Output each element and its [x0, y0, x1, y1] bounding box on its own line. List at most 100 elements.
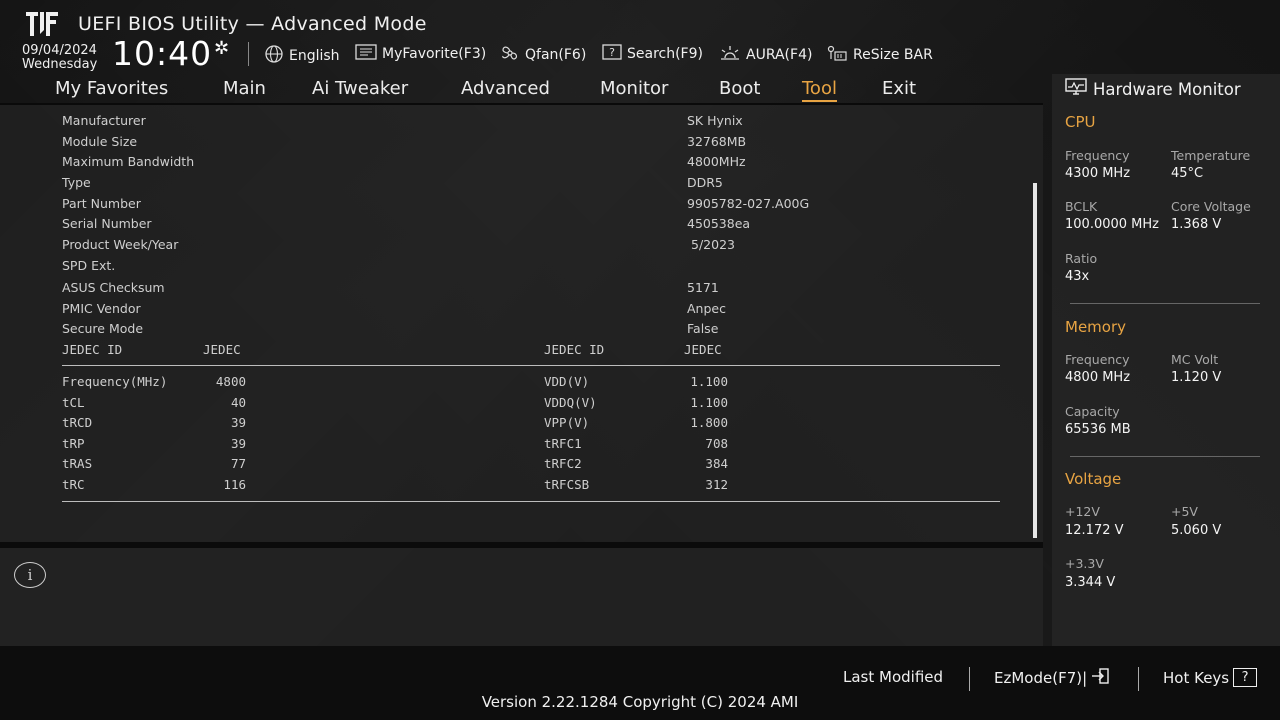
jedec-label-trfc2: tRFC2 [544, 456, 582, 471]
jedec-value-trp: 39 [230, 436, 246, 451]
info-icon: i [14, 562, 46, 588]
hw-divider [1070, 456, 1260, 457]
weekday-text: Wednesday [22, 57, 98, 72]
spd-value-module-size: 32768MB [687, 134, 747, 149]
spd-value-manufacturer: SK Hynix [687, 113, 743, 128]
qfan-button[interactable]: Qfan(F6) [500, 44, 586, 66]
clock-settings-gear-icon[interactable]: ✲ [214, 38, 229, 59]
jedec-label-tcl: tCL [62, 395, 85, 410]
hw-cpu-frequency-value: 4300 MHz [1065, 166, 1131, 181]
search-button[interactable]: ? Search(F9) [602, 44, 703, 64]
tab-my-favorites[interactable]: My Favorites [55, 78, 168, 99]
spd-value-secure-mode: False [687, 321, 719, 336]
jedec-label-frequency: Frequency(MHz) [62, 374, 168, 389]
myfavorite-button[interactable]: MyFavorite(F3) [355, 44, 486, 64]
hw-voltage-heading: Voltage [1065, 470, 1122, 488]
spd-label-asus-checksum: ASUS Checksum [62, 280, 165, 295]
aura-label: AURA(F4) [746, 47, 813, 63]
spd-value-pmic-vendor: Anpec [687, 301, 726, 316]
spd-value-product-week-year: 5/2023 [691, 237, 735, 252]
jedec-right-header-value: JEDEC [684, 342, 722, 357]
last-modified-label: Last Modified [843, 668, 944, 686]
language-label: English [289, 48, 340, 64]
hw-voltage-12v-value: 12.172 V [1065, 523, 1124, 538]
hot-keys-button[interactable]: Hot Keys ? [1163, 668, 1258, 687]
spd-value-part-number: 9905782-027.A00G [687, 196, 810, 211]
spd-label-max-bandwidth: Maximum Bandwidth [62, 154, 195, 169]
jedec-value-frequency: 4800 [215, 374, 246, 389]
jedec-value-tcl: 40 [230, 395, 246, 410]
ezmode-button[interactable]: EzMode(F7)| [994, 668, 1109, 688]
jedec-value-trfc2: 384 [705, 456, 728, 471]
hw-cpu-core-voltage-value: 1.368 V [1171, 217, 1222, 232]
hw-cpu-core-voltage-label: Core Voltage [1171, 199, 1251, 214]
language-button[interactable]: English [264, 44, 340, 68]
spd-value-max-bandwidth: 4800MHz [687, 154, 746, 169]
exit-arrow-icon [1091, 668, 1109, 688]
monitor-icon [1065, 78, 1087, 100]
app-title: UEFI BIOS Utility — Advanced Mode [78, 13, 427, 35]
scrollbar-thumb[interactable] [1033, 183, 1037, 538]
hw-cpu-temperature-label: Temperature [1171, 148, 1251, 163]
tab-exit[interactable]: Exit [882, 78, 916, 99]
jedec-label-trcd: tRCD [62, 415, 93, 430]
jedec-right-header-id: JEDEC ID [544, 342, 605, 357]
hw-memory-frequency-label: Frequency [1065, 352, 1130, 367]
hw-memory-capacity-label: Capacity [1065, 404, 1120, 419]
spd-label-secure-mode: Secure Mode [62, 321, 144, 336]
clock[interactable]: 10:40 [112, 34, 212, 73]
jedec-label-trp: tRP [62, 436, 85, 451]
jedec-label-trfcsb: tRFCSB [544, 477, 590, 492]
header: UEFI BIOS Utility — Advanced Mode 09/04/… [0, 0, 1280, 76]
qfan-label: Qfan(F6) [525, 47, 587, 63]
spd-label-product-week-year: Product Week/Year [62, 237, 179, 252]
hw-voltage-5v-label: +5V [1171, 504, 1198, 519]
main-tabs: My Favorites Main Ai Tweaker Advanced Mo… [0, 76, 1043, 103]
hot-keys-label: Hot Keys [1163, 668, 1230, 687]
jedec-value-trc: 116 [223, 477, 246, 492]
hardware-monitor-title-text: Hardware Monitor [1093, 79, 1241, 99]
hw-memory-capacity-value: 65536 MB [1065, 422, 1131, 437]
jedec-value-vddq: 1.100 [690, 395, 728, 410]
jedec-value-vpp: 1.800 [690, 415, 728, 430]
hw-cpu-ratio-label: Ratio [1065, 251, 1098, 266]
svg-text:?: ? [609, 46, 615, 59]
hw-cpu-ratio-value: 43x [1065, 269, 1090, 284]
hw-voltage-3v3-value: 3.344 V [1065, 575, 1116, 590]
jedec-label-trfc1: tRFC1 [544, 436, 582, 451]
spd-label-type: Type [62, 175, 91, 190]
spd-label-manufacturer: Manufacturer [62, 113, 146, 128]
resize-bar-button[interactable]: ReSize BAR [826, 44, 933, 66]
hw-memory-heading: Memory [1065, 318, 1127, 336]
tab-advanced[interactable]: Advanced [461, 78, 550, 99]
tab-boot[interactable]: Boot [719, 78, 760, 99]
hw-cpu-heading: CPU [1065, 113, 1096, 131]
spd-value-serial-number: 450538ea [687, 216, 751, 231]
jedec-value-trfc1: 708 [705, 436, 728, 451]
last-modified-button[interactable]: Last Modified [843, 668, 943, 686]
jedec-value-vdd: 1.100 [690, 374, 728, 389]
hw-voltage-3v3-label: +3.3V [1065, 556, 1104, 571]
jedec-left-header-value: JEDEC [203, 342, 241, 357]
date-text: 09/04/2024 [22, 43, 97, 58]
jedec-table-top-divider [62, 365, 1000, 366]
hw-memory-frequency-value: 4800 MHz [1065, 370, 1131, 385]
hw-voltage-5v-value: 5.060 V [1171, 523, 1222, 538]
tab-main[interactable]: Main [223, 78, 266, 99]
jedec-label-vddq: VDDQ(V) [544, 395, 597, 410]
tab-ai-tweaker[interactable]: Ai Tweaker [312, 78, 408, 99]
spd-label-pmic-vendor: PMIC Vendor [62, 301, 141, 316]
favorite-icon [355, 44, 377, 64]
help-key-icon: ? [1233, 668, 1258, 687]
tuf-logo-icon [26, 12, 58, 36]
tab-tool[interactable]: Tool [802, 78, 837, 102]
aura-button[interactable]: AURA(F4) [719, 44, 812, 66]
jedec-value-trfcsb: 312 [705, 477, 728, 492]
spd-label-module-size: Module Size [62, 134, 138, 149]
help-info-panel [0, 548, 1043, 646]
jedec-label-vpp: VPP(V) [544, 415, 590, 430]
tab-monitor[interactable]: Monitor [600, 78, 668, 99]
jedec-value-tras: 77 [230, 456, 246, 471]
jedec-table-bottom-divider [62, 501, 1000, 502]
hw-memory-mc-volt-label: MC Volt [1171, 352, 1219, 367]
